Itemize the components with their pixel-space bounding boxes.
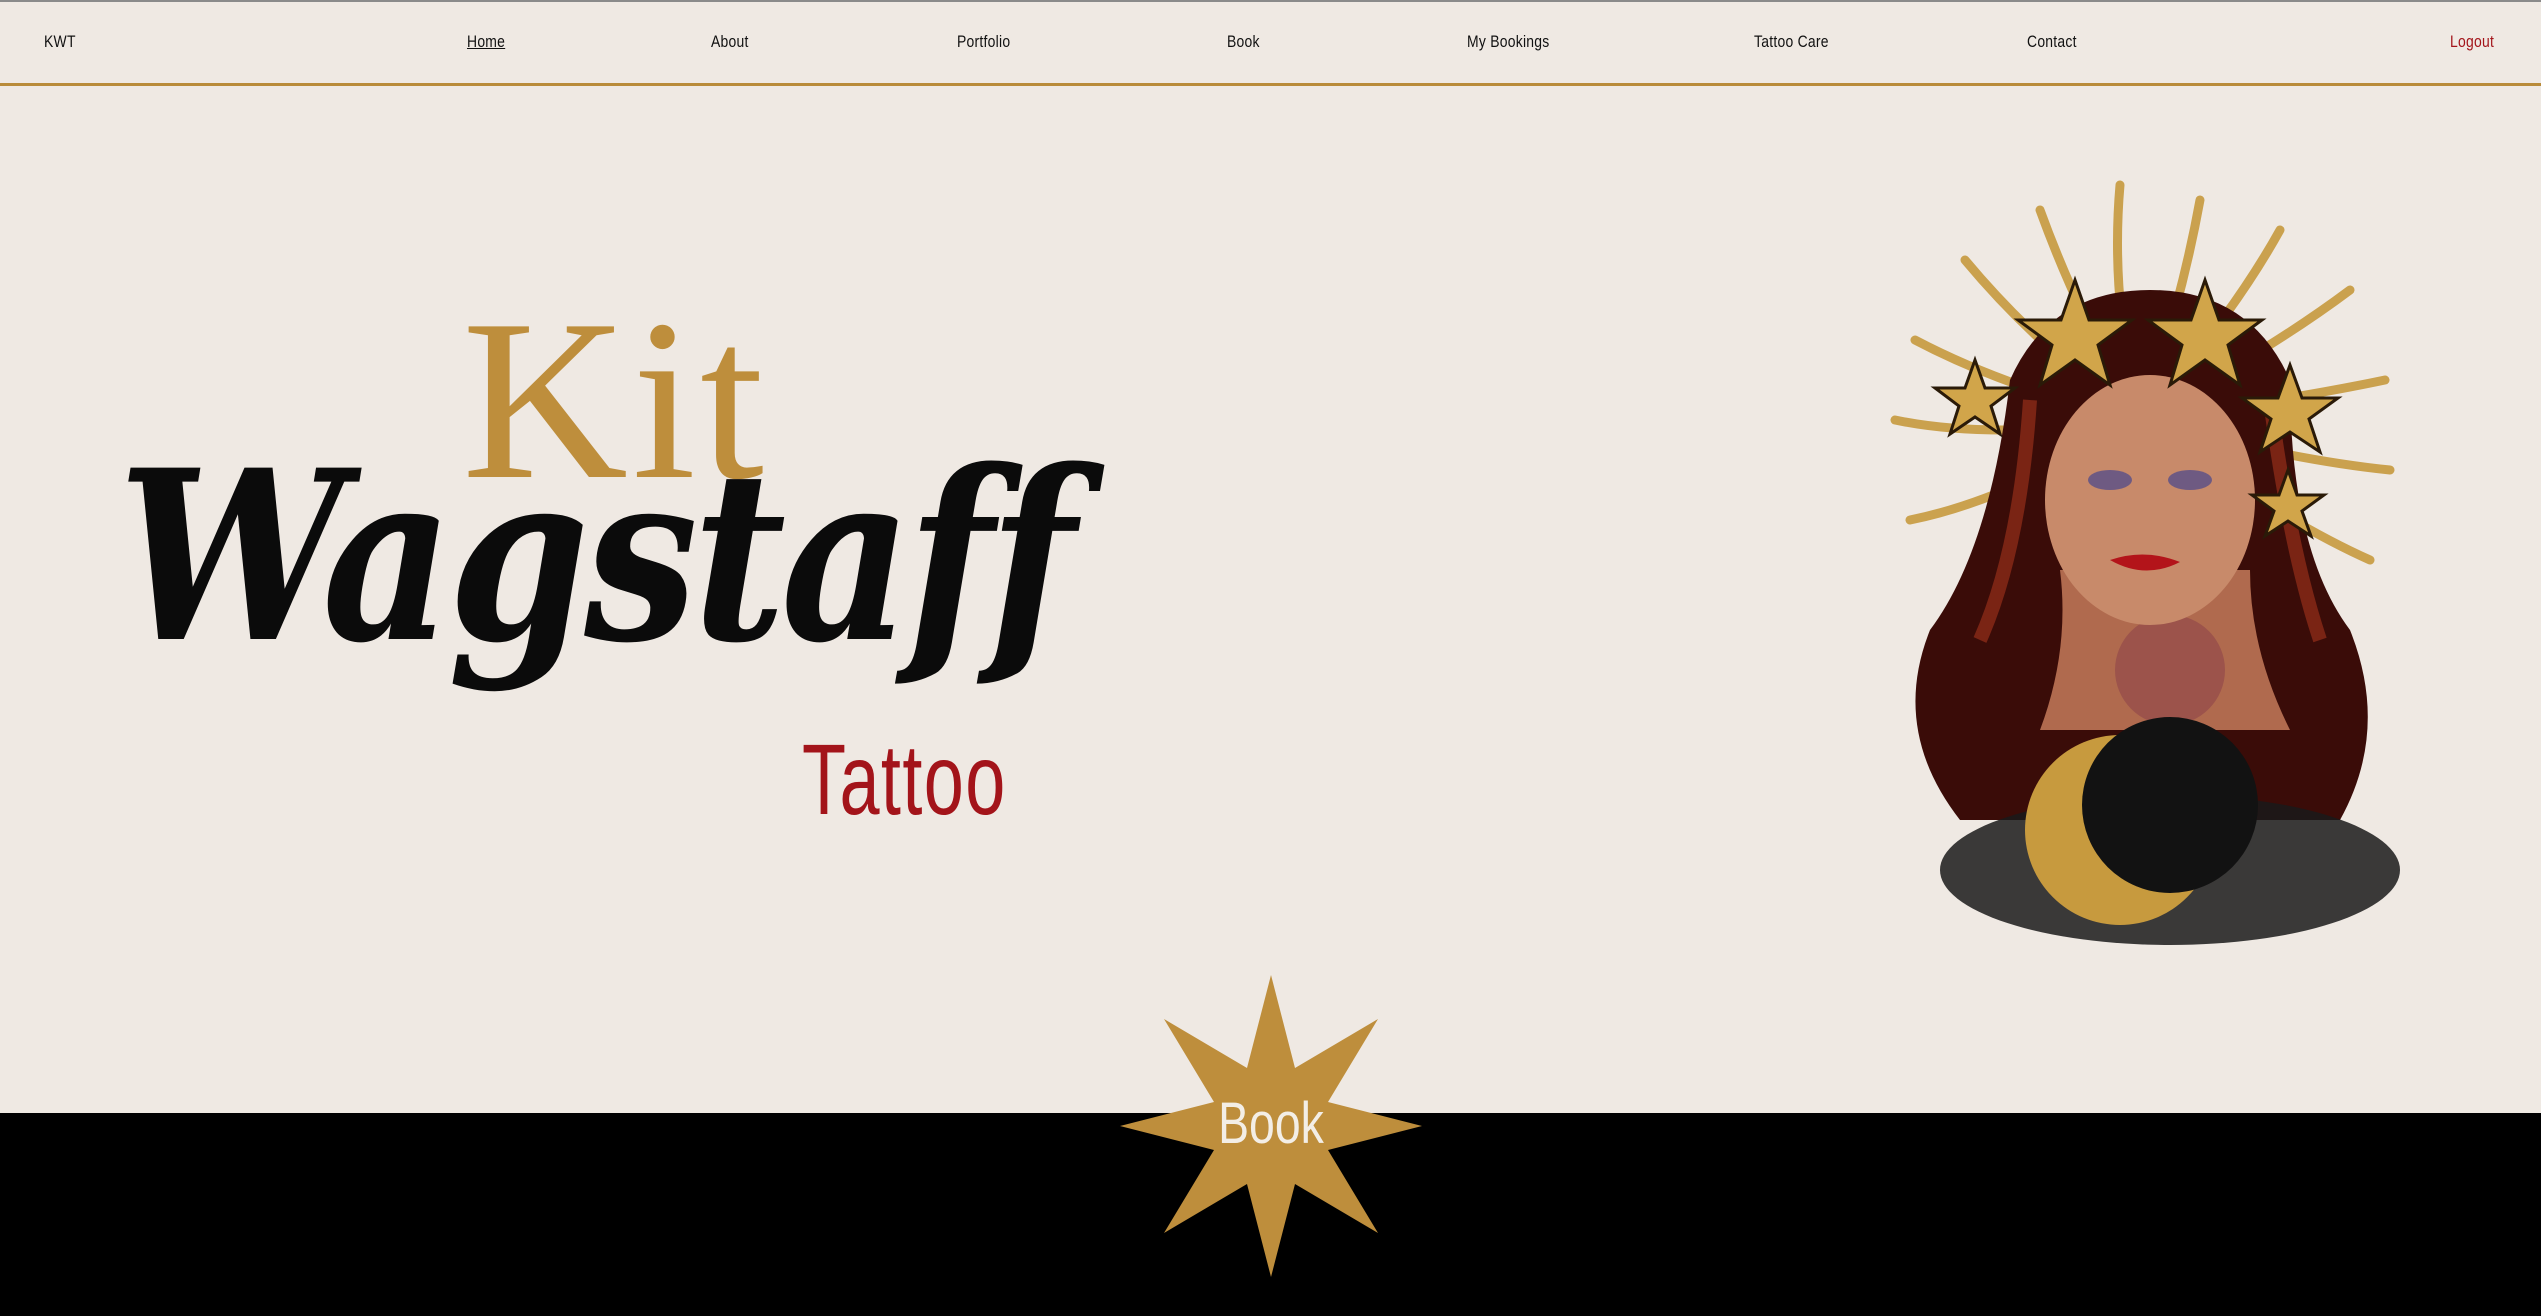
hero-last-name: Wagstaff xyxy=(118,419,1076,695)
nav-contact[interactable]: Contact xyxy=(2027,32,2077,52)
top-navbar: KWT Home About Portfolio Book My Booking… xyxy=(0,0,2541,86)
star-shape xyxy=(1120,975,1422,1277)
nav-my-bookings[interactable]: My Bookings xyxy=(1467,32,1550,52)
nav-about[interactable]: About xyxy=(711,32,749,52)
nav-portfolio[interactable]: Portfolio xyxy=(957,32,1010,52)
hero-subtitle: Tattoo xyxy=(802,724,1007,836)
portrait-illustration xyxy=(1890,180,2400,945)
book-star-button[interactable] xyxy=(1120,975,1422,1277)
logout-link[interactable]: Logout xyxy=(2450,32,2494,52)
nav-home[interactable]: Home xyxy=(467,32,505,52)
brand-logo[interactable]: KWT xyxy=(44,32,76,52)
face-shape xyxy=(2045,375,2255,625)
nav-book[interactable]: Book xyxy=(1227,32,1260,52)
nav-tattoo-care[interactable]: Tattoo Care xyxy=(1754,32,1829,52)
